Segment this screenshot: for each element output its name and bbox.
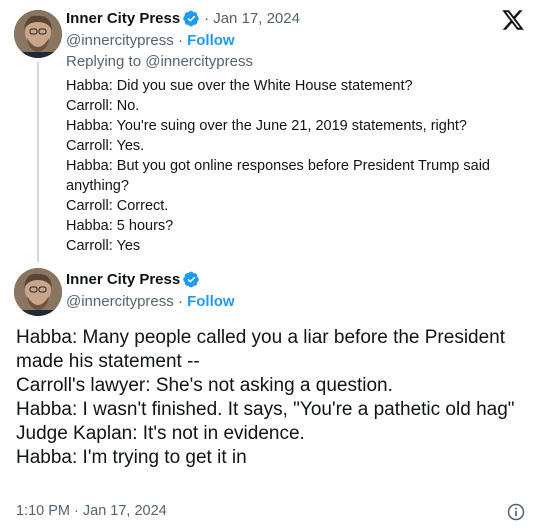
follow-button[interactable]: Follow — [187, 32, 235, 49]
tweet-timestamp[interactable]: 1:10 PM · Jan 17, 2024 — [16, 503, 167, 519]
tweet-date[interactable]: Jan 17, 2024 — [213, 10, 300, 27]
x-logo-icon[interactable] — [500, 8, 526, 32]
author-name[interactable]: Inner City Press — [66, 10, 180, 27]
text-line: Carroll: No. — [66, 98, 140, 114]
info-icon[interactable] — [506, 502, 526, 522]
author-handle[interactable]: @innercitypress — [66, 293, 174, 310]
author-handle[interactable]: @innercitypress — [66, 32, 174, 49]
text-line: Habba: I'm trying to get it in — [16, 447, 247, 468]
text-line: Habba: 5 hours? — [66, 218, 174, 234]
avatar[interactable] — [14, 10, 62, 58]
quoted-tweet-text: Habba: Did you sue over the White House … — [66, 76, 526, 256]
quoted-handle-row: @innercitypress · Follow — [66, 32, 235, 49]
separator-dot: · — [204, 10, 210, 27]
replying-to-label: Replying to @innercitypress — [66, 53, 253, 70]
text-line: Carroll's lawyer: She's not asking a que… — [16, 375, 393, 396]
separator-dot: · — [177, 293, 188, 310]
text-line: Habba: I wasn't finished. It says, "You'… — [16, 399, 515, 420]
text-line: Carroll: Yes. — [66, 138, 145, 154]
text-line: Habba: You're suing over the June 21, 20… — [66, 118, 467, 134]
text-line: Carroll: Correct. — [66, 198, 169, 214]
text-line: Habba: Did you sue over the White House … — [66, 78, 413, 94]
avatar[interactable] — [14, 268, 62, 316]
quoted-author-row: Inner City Press · Jan 17, 2024 — [66, 10, 300, 27]
thread-connector — [37, 62, 39, 262]
verified-badge-icon — [183, 271, 200, 288]
main-tweet-text: Habba: Many people called you a liar bef… — [16, 326, 526, 470]
author-name[interactable]: Inner City Press — [66, 271, 180, 288]
separator-dot: · — [177, 32, 188, 49]
main-handle-row: @innercitypress · Follow — [66, 293, 235, 310]
main-author-row: Inner City Press — [66, 271, 200, 288]
verified-badge-icon — [183, 10, 200, 27]
text-line: Judge Kaplan: It's not in evidence. — [16, 423, 305, 444]
avatar-image — [14, 268, 62, 316]
avatar-image — [14, 10, 62, 58]
follow-button[interactable]: Follow — [187, 293, 235, 310]
text-line: Habba: Many people called you a liar bef… — [16, 327, 506, 372]
text-line: Habba: But you got online responses befo… — [66, 158, 490, 194]
text-line: Carroll: Yes — [66, 238, 141, 254]
